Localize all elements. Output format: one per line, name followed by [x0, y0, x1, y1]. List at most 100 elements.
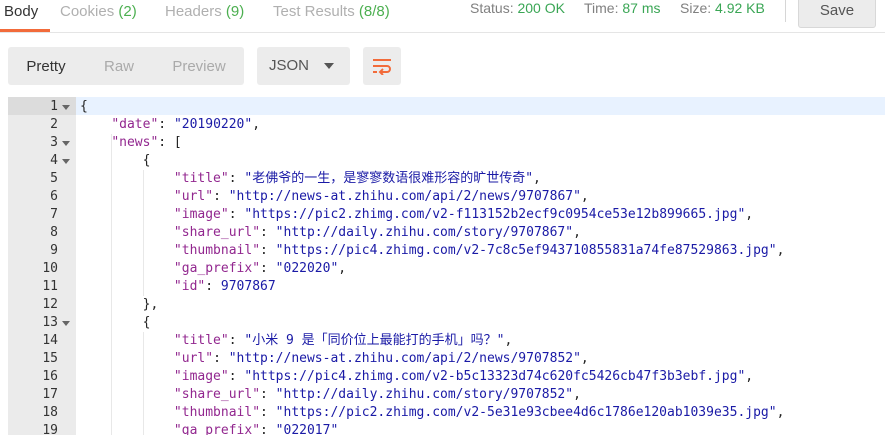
format-select-value: JSON [269, 57, 310, 74]
status-label: Status: [470, 0, 514, 16]
json-punctuation: : [213, 351, 229, 366]
response-time: Time: 87 ms [584, 0, 661, 16]
json-value: "022020" [275, 261, 339, 276]
tab-headers[interactable]: Headers (9) [165, 3, 244, 20]
line-number: 7 [50, 207, 58, 222]
tab-cookies[interactable]: Cookies (2) [60, 3, 137, 20]
json-key: "url" [173, 351, 214, 366]
code-line: "id": 9707867 [80, 278, 276, 296]
line-number: 12 [42, 297, 58, 312]
code-line: { [80, 152, 151, 170]
fold-arrow-icon[interactable] [62, 159, 70, 164]
line-number: 13 [42, 315, 58, 330]
active-line-highlight [76, 97, 885, 115]
format-select[interactable]: JSON [257, 47, 350, 85]
fold-arrow-icon[interactable] [62, 321, 70, 326]
json-punctuation: , [776, 243, 785, 258]
json-punctuation: , [504, 333, 513, 348]
json-punctuation: : [158, 117, 174, 132]
json-value: "http://daily.zhihu.com/story/9707867" [275, 225, 574, 240]
fold-arrow-icon[interactable] [62, 105, 70, 110]
json-value: "022017" [275, 423, 339, 435]
line-number: 10 [42, 261, 58, 276]
json-punctuation: : [228, 333, 245, 348]
tab-body-label: Body [4, 3, 39, 20]
json-key: "news" [111, 135, 159, 150]
json-punctuation: , [252, 117, 261, 132]
raw-button[interactable]: Raw [84, 47, 154, 85]
json-key: "thumbnail" [173, 243, 261, 258]
json-key: "ga_prefix" [173, 423, 261, 435]
json-punctuation: , [338, 261, 347, 276]
fold-arrow-icon[interactable] [62, 141, 70, 146]
json-punctuation: : [260, 405, 276, 420]
tab-body[interactable]: Body [4, 3, 38, 20]
time-value: 87 ms [622, 0, 661, 16]
pretty-button[interactable]: Pretty [8, 47, 84, 85]
json-key: "title" [173, 171, 229, 186]
save-button[interactable]: Save [798, 0, 876, 28]
json-punctuation: , [580, 189, 589, 204]
code-line: "url": "http://news-at.zhihu.com/api/2/n… [80, 350, 589, 368]
tab-test-results-label: Test Results [273, 3, 355, 20]
line-number: 15 [42, 351, 58, 366]
code-line: "date": "20190220", [80, 116, 260, 134]
json-punctuation: , [745, 207, 754, 222]
size-label: Size: [680, 0, 712, 16]
code-line: "ga_prefix": "022020", [80, 260, 346, 278]
code-line: "image": "https://pic2.zhimg.com/v2-f113… [80, 206, 753, 224]
response-tabs: Body Cookies (2) Headers (9) Test Result… [0, 0, 885, 32]
json-punctuation: : [228, 369, 245, 384]
line-number: 14 [42, 333, 58, 348]
json-punctuation: : [213, 189, 229, 204]
line-number: 3 [50, 135, 58, 150]
indent-guide [111, 134, 113, 435]
tab-headers-count: (9) [225, 3, 245, 20]
preview-button[interactable]: Preview [154, 47, 244, 85]
json-punctuation: : [ [158, 135, 182, 150]
code-line: }, [80, 296, 159, 314]
json-key: "image" [173, 369, 229, 384]
json-key: "thumbnail" [173, 405, 261, 420]
line-number: 6 [50, 189, 58, 204]
json-key: "ga_prefix" [173, 261, 261, 276]
json-punctuation: , [533, 171, 541, 186]
json-key: "share_url" [173, 387, 261, 402]
view-mode-group: Pretty Raw Preview [8, 47, 244, 85]
json-key: "id" [173, 279, 206, 294]
json-value: "https://pic2.zhimg.com/v2-f113152b2ecf9… [244, 207, 746, 222]
response-body-editor[interactable]: 1 2 3 4 5 6 7 8 9 10 11 12 13 14 15 16 17 18 19 { "date": … [8, 97, 885, 435]
line-number: 8 [50, 225, 58, 240]
wrap-lines-button[interactable] [363, 47, 401, 85]
json-value: "https://pic4.zhimg.com/v2-b5c13323d74c6… [244, 369, 746, 384]
json-value: "http://news-at.zhihu.com/api/2/news/970… [228, 189, 581, 204]
json-value: "小米 9 是「同价位上最能打的手机」吗？" [244, 333, 505, 348]
line-number: 9 [50, 243, 58, 258]
caret-down-icon [324, 63, 334, 69]
json-punctuation: , [776, 405, 785, 420]
line-number: 4 [50, 153, 58, 168]
code-line: "thumbnail": "https://pic2.zhimg.com/v2-… [80, 404, 784, 422]
tab-test-results[interactable]: Test Results (8/8) [273, 3, 390, 20]
json-value: "老佛爷的一生，是寥寥数语很难形容的旷世传奇" [244, 171, 534, 186]
indent-guide [142, 170, 144, 296]
code-line: "share_url": "http://daily.zhihu.com/sto… [80, 386, 581, 404]
tab-headers-label: Headers [165, 3, 222, 20]
line-number: 11 [42, 279, 58, 294]
code-line: "share_url": "http://daily.zhihu.com/sto… [80, 224, 581, 242]
json-punctuation: , [745, 369, 754, 384]
json-punctuation: { [80, 99, 88, 114]
json-punctuation: : [205, 279, 221, 294]
line-number: 1 [50, 99, 58, 114]
response-size: Size: 4.92 KB [680, 0, 765, 16]
tabs-border [0, 32, 885, 33]
